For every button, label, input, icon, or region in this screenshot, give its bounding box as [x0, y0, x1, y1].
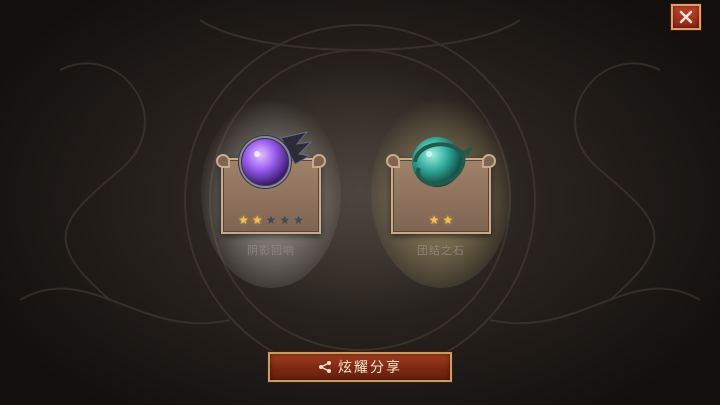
- star-rating: ★ ★ ★ ★ ★: [221, 210, 321, 230]
- star-empty-icon: ★: [279, 213, 291, 227]
- share-icon: [319, 361, 331, 373]
- background-ornament: [19, 19, 701, 376]
- star-filled-icon: ★: [442, 213, 454, 227]
- share-button-label: 炫耀分享: [338, 360, 402, 376]
- purple-shadow-orb-icon: [238, 131, 313, 189]
- close-button[interactable]: [671, 4, 701, 30]
- star-empty-icon: ★: [265, 213, 277, 227]
- star-filled-icon: ★: [238, 213, 249, 227]
- share-button[interactable]: 炫耀分享: [268, 352, 452, 382]
- close-icon: [679, 10, 693, 24]
- teal-serpent-stone-icon: [412, 137, 473, 187]
- star-rating: ★ ★: [391, 210, 491, 230]
- star-filled-icon: ★: [428, 213, 440, 227]
- reward-name: 团结之石: [417, 244, 465, 257]
- reward-name: 阴影回响: [247, 244, 295, 257]
- reward-screen: ★ ★ ★ ★ ★ 阴影回响 ★ ★ 团结之石 炫耀分享: [0, 0, 720, 405]
- star-empty-icon: ★: [293, 213, 304, 227]
- star-filled-icon: ★: [251, 213, 263, 227]
